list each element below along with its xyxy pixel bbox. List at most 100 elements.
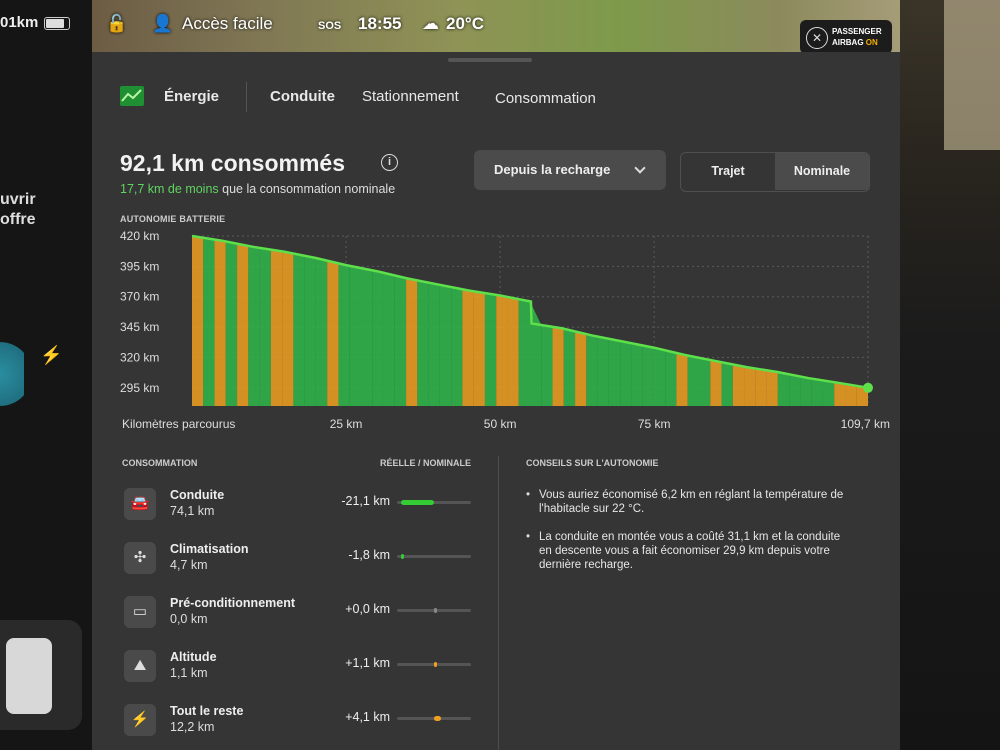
consumption-bar <box>401 554 404 559</box>
chart-band <box>744 366 756 406</box>
charge-bolt-icon: ⚡ <box>40 345 63 365</box>
consumption-bar <box>434 662 437 667</box>
consumption-delta: -21,1 km <box>341 494 390 508</box>
chart-band <box>417 280 429 406</box>
consumption-row-altitude[interactable]: ⛰ Altitude 1,1 km +1,1 km <box>122 644 482 688</box>
segment-trajet[interactable]: Trajet <box>681 153 775 190</box>
period-dropdown[interactable]: Depuis la recharge <box>474 150 666 190</box>
chart-band <box>597 336 609 406</box>
left-sidebar: 01km uvrir offre ⚡ <box>0 0 92 750</box>
car-thumbnail[interactable] <box>0 330 24 440</box>
tip-item: La conduite en montée vous a coûté 31,1 … <box>526 530 856 572</box>
weather-cloud-icon: ☁ <box>422 14 439 33</box>
consumption-column-label: RÉELLE / NOMINALE <box>380 458 472 468</box>
nominal-comparison: 17,7 km de moins que la consommation nom… <box>120 182 395 196</box>
chart-band <box>586 334 598 406</box>
chart-band <box>800 376 812 406</box>
chart-band <box>834 382 846 406</box>
y-tick-label: 320 km <box>120 350 159 364</box>
chart-band <box>777 372 790 406</box>
chart-band <box>608 338 621 406</box>
chart-band <box>732 364 745 406</box>
chart-band <box>394 275 407 406</box>
driver-profile-icon[interactable]: 👤 <box>152 14 173 34</box>
consumption-name: Altitude <box>170 650 217 664</box>
chart-band <box>507 296 519 406</box>
chart-band <box>383 272 395 406</box>
consumption-value: 4,7 km <box>170 558 208 572</box>
consumption-value: 12,2 km <box>170 720 215 734</box>
y-tick-label: 345 km <box>120 320 159 334</box>
trunk-label-line1: uvrir <box>0 191 36 208</box>
sos-button[interactable]: SOS <box>318 20 341 32</box>
airbag-state: ON <box>865 38 878 47</box>
consumption-row-pr-conditionnement[interactable]: ▭ Pré-conditionnement 0,0 km +0,0 km <box>122 590 482 634</box>
x-tick-label: 50 km <box>484 417 517 431</box>
chart-band <box>484 293 497 406</box>
chart-band <box>473 291 485 406</box>
trunk-open-label[interactable]: uvrir offre <box>0 190 36 230</box>
energy-panel: Énergie Conduite Stationnement Consommat… <box>92 52 900 750</box>
lock-icon[interactable]: 🔓 <box>106 14 127 34</box>
chart-band <box>721 362 733 406</box>
consumption-row-climatisation[interactable]: ✣ Climatisation 4,7 km -1,8 km <box>122 536 482 580</box>
passenger-airbag-indicator: ✕ PASSENGER AIRBAG ON <box>800 20 892 54</box>
chart-band <box>699 357 711 406</box>
airbag-icon: ✕ <box>806 27 828 49</box>
chart-band <box>372 270 384 406</box>
airbag-prefix: AIRBAG <box>832 38 866 47</box>
consumption-delta: +4,1 km <box>345 710 390 724</box>
tab-stationnement[interactable]: Stationnement <box>362 88 459 105</box>
consumed-headline: 92,1 km consommés <box>120 150 346 176</box>
chart-band <box>653 347 666 406</box>
chart-band <box>406 278 418 406</box>
airbag-label: PASSENGER <box>832 27 882 36</box>
chevron-down-icon <box>634 162 646 174</box>
consumption-row-conduite[interactable]: 🚘 Conduite 74,1 km -21,1 km <box>122 482 482 526</box>
tip-item: Vous auriez économisé 6,2 km en réglant … <box>526 488 856 516</box>
consumption-bar-track <box>397 662 471 667</box>
chart-band <box>518 299 530 406</box>
consumption-value: 74,1 km <box>170 504 215 518</box>
chart-band <box>541 324 553 406</box>
chart-band <box>451 287 463 406</box>
consumption-bar <box>401 500 435 505</box>
consumption-value: 1,1 km <box>170 666 208 680</box>
consumption-name: Tout le reste <box>170 704 244 718</box>
chart-band <box>563 328 576 406</box>
battery-icon: ▭ <box>124 596 156 628</box>
mountain-icon: ⛰ <box>124 650 156 682</box>
tab-conduite[interactable]: Conduite <box>270 88 335 105</box>
seat-heater-panel[interactable] <box>0 620 82 730</box>
consumption-row-tout-le-reste[interactable]: ⚡ Tout le reste 12,2 km +4,1 km <box>122 698 482 742</box>
x-tick-label: 25 km <box>330 417 363 431</box>
chart-band <box>811 378 823 406</box>
chart-band <box>214 239 226 406</box>
segment-nominale[interactable]: Nominale <box>775 153 869 190</box>
consumption-delta: +1,1 km <box>345 656 390 670</box>
status-bar: 🔓 👤 Accès facile SOS 18:55 ☁ 20°C ✕ PASS… <box>92 0 900 54</box>
chart-band <box>462 289 474 406</box>
current-position-dot <box>863 382 873 393</box>
mode-toggle: Trajet Nominale <box>680 152 870 192</box>
location-label[interactable]: Accès facile <box>182 14 273 34</box>
tab-energie[interactable]: Énergie <box>164 88 219 105</box>
chart-band <box>789 374 801 406</box>
chart-band <box>237 243 249 406</box>
chart-band <box>755 368 767 406</box>
chart-band <box>270 249 283 406</box>
consumption-bar <box>434 716 442 721</box>
chart-band <box>620 341 632 406</box>
chart-band <box>361 268 373 406</box>
chart-band <box>282 251 294 406</box>
consumption-bar-track <box>397 554 471 559</box>
battery-range-chart[interactable]: 420 km 395 km 370 km 345 km 320 km 295 km Kilo… <box>92 222 900 458</box>
chart-band <box>822 380 835 406</box>
info-icon[interactable]: i <box>381 154 398 171</box>
consumption-bar-track <box>397 716 471 721</box>
tab-consommation[interactable]: Consommation <box>495 90 596 107</box>
x-tick-label: 75 km <box>638 417 671 431</box>
screen-bezel <box>900 0 1000 750</box>
chart-band <box>552 326 564 406</box>
panel-drag-handle[interactable] <box>448 58 532 62</box>
